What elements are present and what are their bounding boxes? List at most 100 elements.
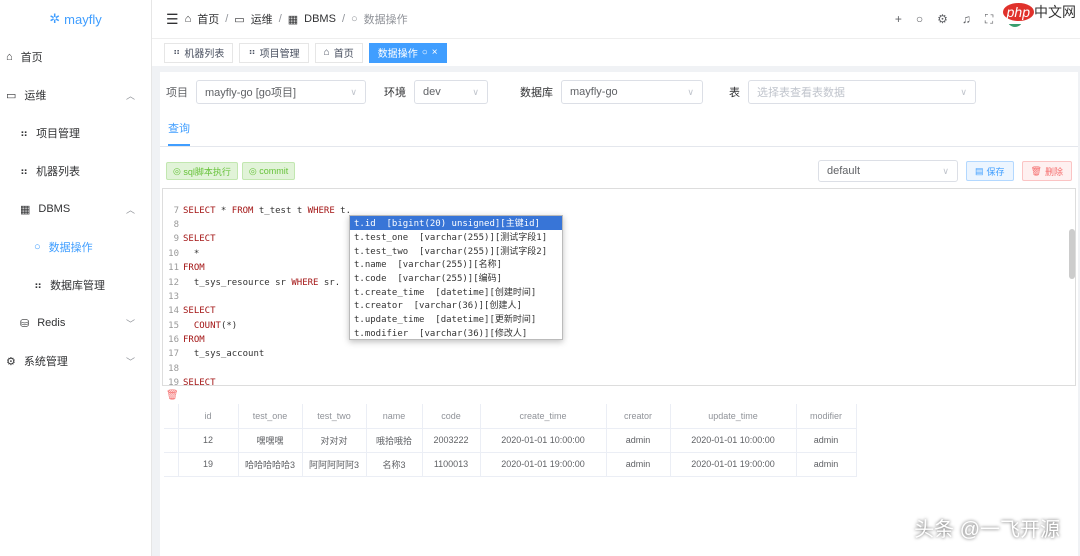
row-select-cell[interactable] (164, 428, 179, 453)
env-select[interactable]: dev ∨ (414, 80, 488, 104)
autocomplete-item[interactable]: t.code [varchar(255)][编码] (350, 271, 562, 285)
column-header[interactable]: name (366, 404, 423, 429)
table-cell[interactable]: 2020-01-01 19:00:00 (670, 452, 797, 477)
column-header[interactable]: update_time (670, 404, 797, 429)
fullscreen-icon[interactable]: ⛶ (985, 12, 993, 27)
table-cell[interactable]: 2003222 (422, 428, 481, 453)
close-icon[interactable]: × (432, 47, 438, 58)
code-line: 8 (163, 218, 1075, 232)
search-icon[interactable]: ○ (916, 12, 923, 26)
sql-editor[interactable]: 7 SELECT * FROM t_test t WHERE t. 8 9 SELECT… (162, 188, 1076, 386)
line-number: 17 (168, 349, 179, 360)
delete-button[interactable]: 🗑 删除 (1021, 161, 1072, 181)
database-icon: ⛁ (20, 317, 30, 330)
sidebar-item-redis[interactable]: ⛁ Redis ﹀ (0, 304, 151, 342)
gear-icon: ⚙ (6, 355, 16, 368)
tab-machines[interactable]: ⠶ 机器列表 (164, 42, 234, 63)
autocomplete-item[interactable]: t.update_time [datetime][更新时间] (350, 312, 562, 326)
sql-keyword: FROM (231, 205, 254, 216)
autocomplete-item[interactable]: t.id [bigint(20) unsigned][主键id] (350, 216, 562, 230)
table-icon: ▦ (20, 203, 31, 216)
table-cell[interactable]: 1100013 (422, 452, 481, 477)
row-select-cell[interactable] (164, 452, 179, 477)
autocomplete-item[interactable]: t.create_time [datetime][创建时间] (350, 284, 562, 298)
sidebar-item-projects[interactable]: ⠶ 项目管理 (0, 114, 151, 152)
sidebar-item-db-manage[interactable]: ⠶ 数据库管理 (0, 266, 151, 304)
breadcrumb-ops[interactable]: 运维 (251, 11, 273, 27)
db-select[interactable]: mayfly-go ∨ (561, 80, 703, 104)
grid-icon: ⠶ (20, 127, 29, 140)
column-header[interactable]: create_time (480, 404, 607, 429)
table-cell[interactable]: 哈哈哈哈哈3 (238, 452, 303, 477)
refresh-icon[interactable]: ○ (422, 47, 428, 58)
chevron-down-icon: ﹀ (125, 356, 135, 367)
sidebar-item-machines[interactable]: ⠶ 机器列表 (0, 152, 151, 190)
table-cell[interactable]: admin (606, 452, 671, 477)
table-cell[interactable]: 19 (178, 452, 239, 477)
code-line: 15 COUNT (*) (163, 319, 1075, 333)
code-line: 14 SELECT (163, 304, 1075, 318)
column-header[interactable]: modifier (796, 404, 857, 429)
autocomplete-item[interactable]: t.name [varchar(255)][名称] (350, 257, 562, 271)
column-header[interactable]: test_two (302, 404, 367, 429)
result-table: id test_one test_two name code create_time cre… (164, 404, 857, 477)
table-cell[interactable]: 12 (178, 428, 239, 453)
sql-keyword: FROM (183, 263, 205, 274)
trash-icon[interactable]: 🗑 (166, 390, 179, 401)
grid-icon: ⠶ (20, 165, 29, 178)
table-cell[interactable]: 名称3 (366, 452, 423, 477)
table-select[interactable]: 选择表查看表数据 ∨ (748, 80, 976, 104)
table-cell[interactable]: admin (796, 452, 857, 477)
table-row[interactable]: 12 嘿嘿嘿 对对对 哦拾哦拾 2003222 2020-01-01 10:00:00 ad… (164, 428, 857, 453)
sidebar-item-system[interactable]: ⚙ 系统管理 ﹀ (0, 342, 151, 380)
autocomplete-item[interactable]: t.creator [varchar(36)][创建人] (350, 298, 562, 312)
check-icon: ◎ (248, 165, 260, 176)
sidebar-item-home[interactable]: ⌂ 首页 (0, 38, 151, 76)
table-cell[interactable]: 2020-01-01 19:00:00 (480, 452, 607, 477)
project-select[interactable]: mayfly-go [go项目] ∨ (196, 80, 366, 104)
line-number: 11 (168, 263, 179, 274)
sql-keyword: SELECT (183, 234, 216, 245)
tab-query[interactable]: 查询 (168, 120, 190, 146)
chevron-up-icon: ︿ (125, 204, 135, 215)
breadcrumb-dbms[interactable]: DBMS (304, 13, 336, 25)
save-button[interactable]: ▤ 保存 (966, 161, 1014, 181)
env-label: 环境 (384, 87, 406, 99)
column-header[interactable]: id (178, 404, 239, 429)
table-cell[interactable]: 嘿嘿嘿 (238, 428, 303, 453)
autocomplete-item[interactable]: t.modifier [varchar(36)][修改人] (350, 326, 562, 340)
bell-icon[interactable]: ♫ (962, 12, 971, 26)
code-line: 18 (163, 362, 1075, 376)
sidebar-item-data-ops[interactable]: ○ 数据操作 (0, 228, 151, 266)
sql-keyword: FROM (183, 335, 205, 346)
table-cell[interactable]: 对对对 (302, 428, 367, 453)
table-row[interactable]: 19 哈哈哈哈哈3 阿阿阿阿阿3 名称3 1100013 2020-01-01 19:00… (164, 452, 857, 477)
breadcrumb-home[interactable]: 首页 (197, 11, 219, 27)
table-cell[interactable]: admin (796, 428, 857, 453)
tab-projects[interactable]: ⠶ 项目管理 (239, 42, 309, 63)
sidebar-item-dbms[interactable]: ▦ DBMS ︿ (0, 190, 151, 228)
plus-icon[interactable]: + (895, 12, 902, 26)
tab-home[interactable]: ⌂ 首页 (314, 42, 363, 63)
column-header[interactable]: creator (606, 404, 671, 429)
menu-toggle-icon[interactable]: ☰ (166, 11, 179, 28)
table-cell[interactable]: 阿阿阿阿阿3 (302, 452, 367, 477)
commit-button[interactable]: ◎ commit (241, 162, 296, 180)
table-cell[interactable]: 2020-01-01 10:00:00 (670, 428, 797, 453)
sidebar-item-ops[interactable]: ▭ 运维 ︿ (0, 76, 151, 114)
autocomplete-item[interactable]: t.test_one [varchar(255)][测试字段1] (350, 230, 562, 244)
gear-icon[interactable]: ⚙ (937, 12, 948, 26)
line-number: 14 (168, 306, 179, 317)
run-sql-button[interactable]: ◎ sql脚本执行 (166, 162, 238, 180)
tab-data-ops[interactable]: 数据操作 ○ × (368, 42, 447, 63)
editor-scrollbar[interactable] (1069, 229, 1075, 279)
table-cell[interactable]: 2020-01-01 10:00:00 (480, 428, 607, 453)
table-cell[interactable]: 哦拾哦拾 (366, 428, 423, 453)
table-cell[interactable]: admin (606, 428, 671, 453)
autocomplete-item[interactable]: t.test_two [varchar(255)][测试字段2] (350, 243, 562, 257)
column-header[interactable]: test_one (238, 404, 303, 429)
script-select[interactable]: default ∨ (818, 160, 959, 182)
column-header[interactable]: code (422, 404, 481, 429)
logo[interactable]: ✲ mayfly (0, 0, 151, 38)
